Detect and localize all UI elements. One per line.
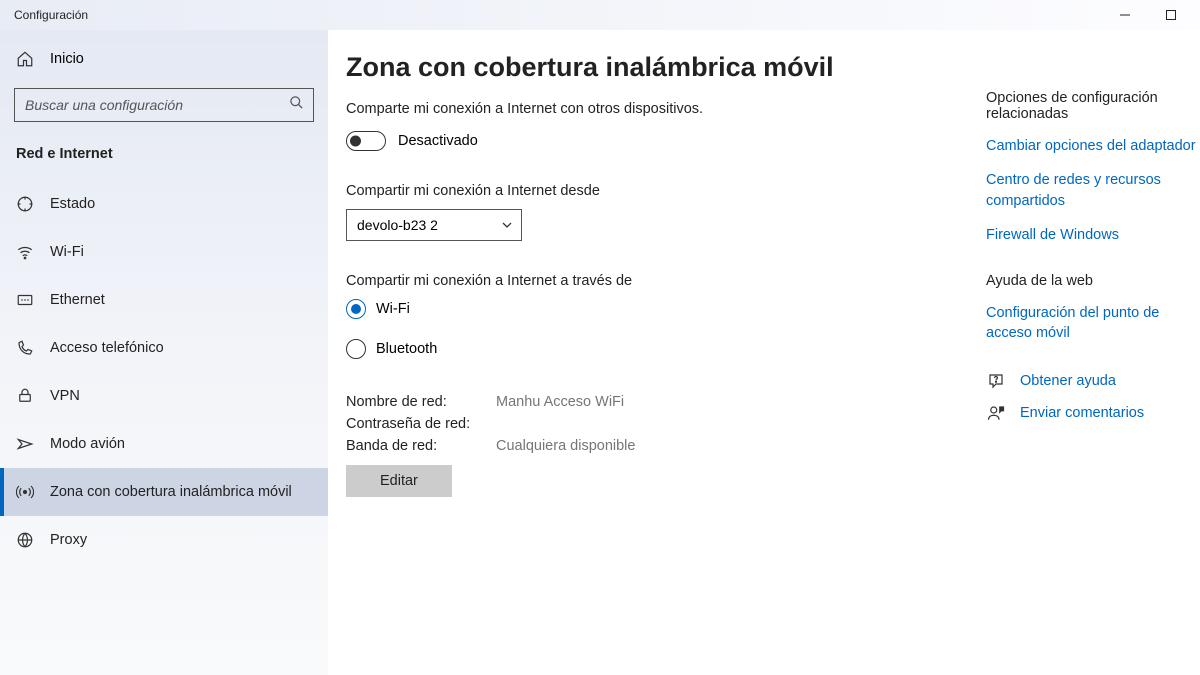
link-hotspot-config[interactable]: Configuración del punto de acceso móvil [986, 303, 1196, 344]
radio-indicator [346, 299, 366, 319]
sidebar-item-vpn[interactable]: VPN [0, 372, 328, 420]
sidebar-item-airplane[interactable]: Modo avión [0, 420, 328, 468]
sidebar-item-proxy[interactable]: Proxy [0, 516, 328, 564]
right-panel: Opciones de configuración relacionadas C… [986, 52, 1196, 675]
network-band-value: Cualquiera disponible [496, 438, 635, 454]
related-settings-heading: Opciones de configuración relacionadas [986, 90, 1196, 122]
radio-indicator [346, 339, 366, 359]
network-name-label: Nombre de red: [346, 394, 496, 410]
main-content: Zona con cobertura inalámbrica móvil Com… [328, 30, 1200, 675]
share-over-label: Compartir mi conexión a Internet a travé… [346, 273, 986, 289]
feedback-label: Enviar comentarios [1020, 405, 1144, 421]
hotspot-icon [16, 483, 34, 501]
window-title: Configuración [14, 8, 88, 22]
page-title: Zona con cobertura inalámbrica móvil [346, 52, 986, 83]
sidebar-item-label: VPN [50, 388, 80, 404]
sidebar-item-ethernet[interactable]: Ethernet [0, 276, 328, 324]
home-button[interactable]: Inicio [0, 40, 328, 78]
sidebar-item-status[interactable]: Estado [0, 180, 328, 228]
sidebar-item-label: Modo avión [50, 436, 125, 452]
network-band-label: Banda de red: [346, 438, 496, 454]
chevron-down-icon [501, 219, 513, 231]
airplane-icon [16, 435, 34, 453]
share-from-label: Compartir mi conexión a Internet desde [346, 183, 986, 199]
link-adapter-options[interactable]: Cambiar opciones del adaptador [986, 136, 1196, 156]
network-password-label: Contraseña de red: [346, 416, 496, 432]
help-icon [986, 372, 1006, 390]
get-help-button[interactable]: Obtener ayuda [986, 372, 1196, 390]
nav-list: Estado Wi-Fi Ethernet Acceso telefónico … [0, 180, 328, 564]
sidebar-item-label: Acceso telefónico [50, 340, 164, 356]
search-icon [289, 95, 304, 115]
search-box[interactable] [14, 88, 314, 122]
dialup-icon [16, 339, 34, 357]
sidebar-item-label: Zona con cobertura inalámbrica móvil [50, 484, 292, 500]
category-label: Red e Internet [0, 136, 328, 180]
radio-label: Bluetooth [376, 341, 437, 357]
network-name-value: Manhu Acceso WiFi [496, 394, 624, 410]
sidebar-item-label: Ethernet [50, 292, 105, 308]
toggle-state-label: Desactivado [398, 133, 478, 149]
sidebar-item-label: Proxy [50, 532, 87, 548]
radio-bluetooth[interactable]: Bluetooth [346, 339, 986, 359]
search-input[interactable] [14, 88, 314, 122]
get-help-label: Obtener ayuda [1020, 373, 1116, 389]
radio-wifi[interactable]: Wi-Fi [346, 299, 986, 319]
dropdown-value: devolo-b23 2 [357, 217, 438, 233]
titlebar: Configuración [0, 0, 1200, 30]
status-icon [16, 195, 34, 213]
vpn-icon [16, 387, 34, 405]
link-network-sharing-center[interactable]: Centro de redes y recursos compartidos [986, 170, 1196, 211]
minimize-button[interactable] [1102, 0, 1148, 30]
sidebar: Inicio Red e Internet Estado Wi-Fi Et [0, 30, 328, 675]
toggle-knob [350, 136, 361, 147]
feedback-button[interactable]: Enviar comentarios [986, 404, 1196, 422]
proxy-icon [16, 531, 34, 549]
network-info: Nombre de red: Manhu Acceso WiFi Contras… [346, 391, 986, 457]
minimize-icon [1120, 10, 1130, 20]
sidebar-item-label: Wi-Fi [50, 244, 84, 260]
link-windows-firewall[interactable]: Firewall de Windows [986, 225, 1196, 245]
share-description: Comparte mi conexión a Internet con otro… [346, 101, 986, 117]
wifi-icon [16, 243, 34, 261]
edit-button[interactable]: Editar [346, 465, 452, 497]
web-help-heading: Ayuda de la web [986, 273, 1196, 289]
home-label: Inicio [50, 51, 84, 67]
radio-label: Wi-Fi [376, 301, 410, 317]
ethernet-icon [16, 291, 34, 309]
feedback-icon [986, 404, 1006, 422]
share-toggle[interactable] [346, 131, 386, 151]
sidebar-item-wifi[interactable]: Wi-Fi [0, 228, 328, 276]
sidebar-item-label: Estado [50, 196, 95, 212]
window-controls [1102, 0, 1194, 30]
home-icon [16, 50, 34, 68]
sidebar-item-hotspot[interactable]: Zona con cobertura inalámbrica móvil [0, 468, 328, 516]
sidebar-item-dialup[interactable]: Acceso telefónico [0, 324, 328, 372]
maximize-icon [1166, 10, 1176, 20]
share-from-dropdown[interactable]: devolo-b23 2 [346, 209, 522, 241]
maximize-button[interactable] [1148, 0, 1194, 30]
